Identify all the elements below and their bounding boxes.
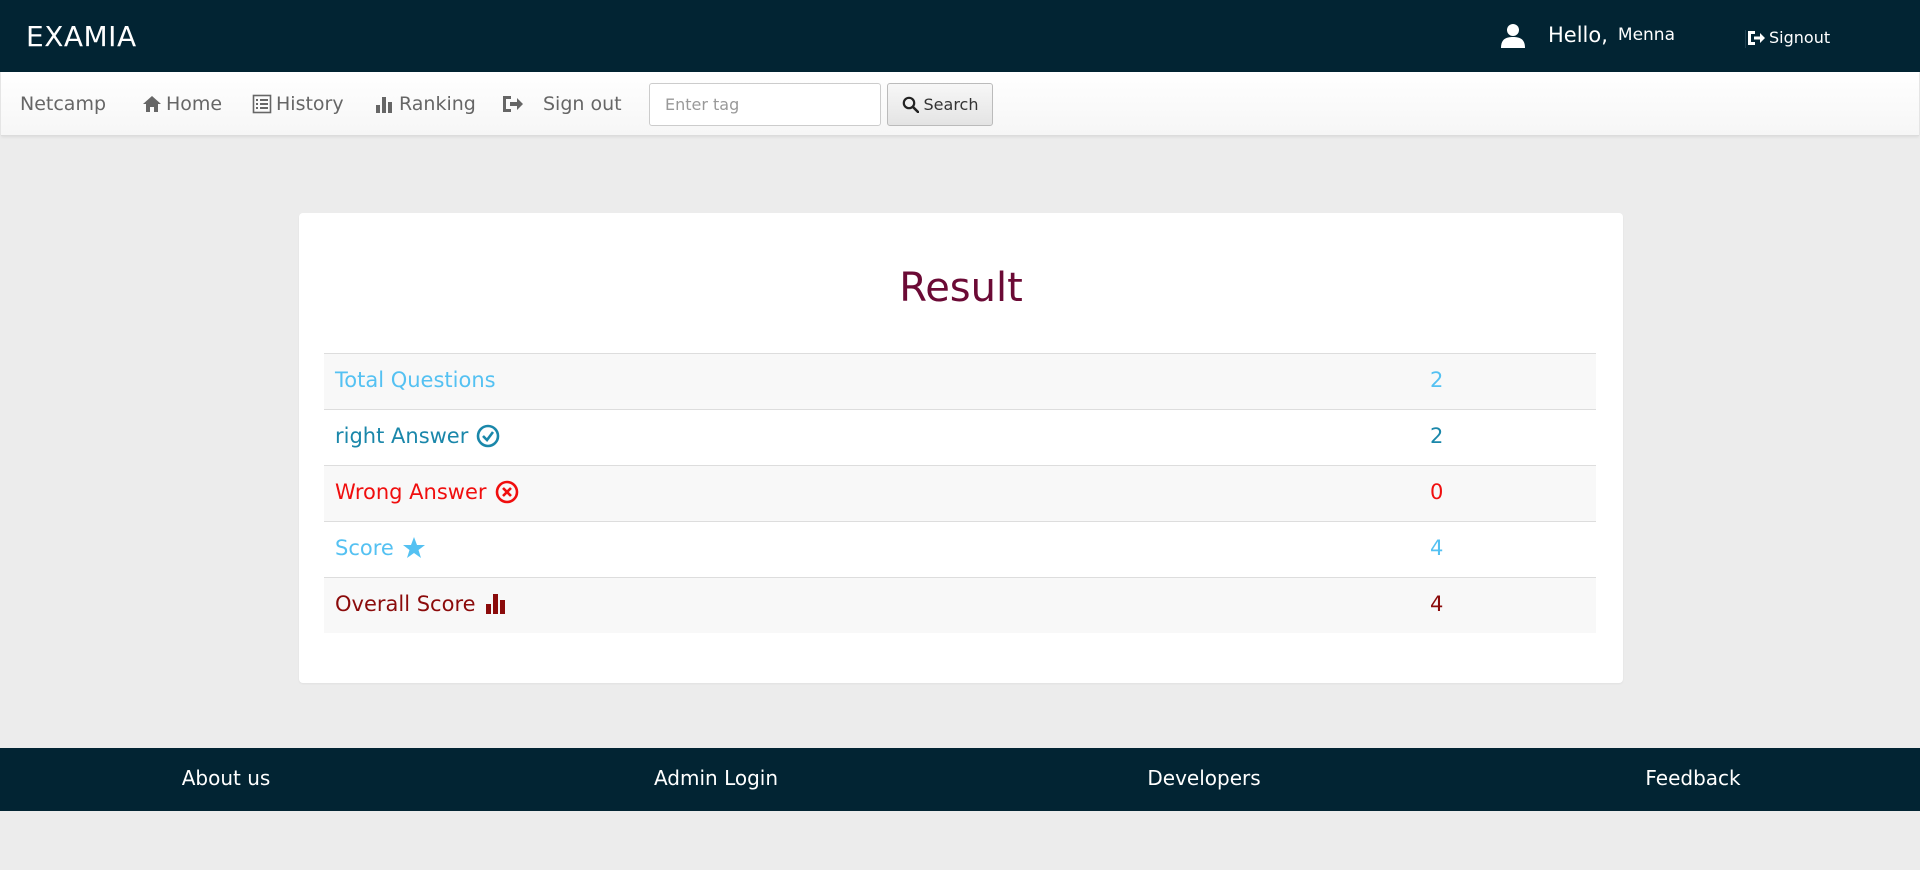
row-label-text: Overall Score (335, 592, 476, 616)
nav-signout[interactable]: Sign out (501, 92, 622, 116)
table-row: right Answer 2 (324, 409, 1596, 465)
footer-admin-login-link[interactable]: Admin Login (616, 766, 816, 790)
table-row: Total Questions 2 (324, 353, 1596, 409)
tag-search-input[interactable] (649, 83, 881, 126)
row-label-text: Wrong Answer (335, 480, 487, 504)
footer-about-link[interactable]: About us (126, 766, 326, 790)
total-questions-label: Total Questions (335, 368, 496, 392)
footer-developers-link[interactable]: Developers (1104, 766, 1304, 790)
search-icon (902, 96, 919, 113)
x-circle-icon (495, 480, 518, 504)
nav-brand[interactable]: Netcamp (20, 92, 106, 116)
user-greeting: Hello, Menna (1500, 22, 1675, 48)
right-answer-label: right Answer (335, 424, 500, 448)
wrong-answer-value: 0 (1430, 480, 1444, 504)
row-label-text: Total Questions (335, 368, 496, 392)
row-label-text: Score (335, 536, 394, 560)
bar-chart-icon (485, 594, 505, 614)
result-card: Result Total Questions 2 right Answer 2 … (299, 213, 1623, 683)
table-row: Overall Score 4 (324, 577, 1596, 633)
star-icon (402, 537, 425, 558)
header-signout-label: Signout (1769, 28, 1831, 47)
user-icon (1501, 24, 1525, 48)
table-row: Score 4 (324, 521, 1596, 577)
search-button[interactable]: Search (887, 83, 993, 126)
score-value: 4 (1430, 536, 1444, 560)
total-questions-value: 2 (1430, 368, 1444, 392)
nav-home-label: Home (166, 93, 223, 115)
footer-feedback-link[interactable]: Feedback (1593, 766, 1793, 790)
search-button-label: Search (923, 95, 979, 114)
nav-home[interactable]: Home (142, 92, 222, 116)
username: Menna (1617, 25, 1675, 45)
nav-ranking-label: Ranking (399, 93, 476, 115)
top-header: EXAMIA Hello, Menna Signout (0, 0, 1920, 72)
row-label-text: right Answer (335, 424, 469, 448)
table-row: Wrong Answer 0 (324, 465, 1596, 521)
nav-history-label: History (276, 93, 344, 115)
wrong-answer-label: Wrong Answer (335, 480, 519, 504)
nav-brand-label: Netcamp (20, 93, 107, 115)
nav-signout-label: Sign out (543, 93, 622, 115)
nav-ranking[interactable]: Ranking (375, 92, 476, 116)
brand-logo[interactable]: EXAMIA (26, 20, 137, 53)
result-title: Result (899, 265, 1023, 311)
overall-score-value: 4 (1430, 592, 1444, 616)
overall-score-label: Overall Score (335, 592, 508, 616)
signout-icon (503, 96, 523, 112)
list-icon (252, 94, 272, 114)
footer: About us Admin Login Developers Feedback (0, 748, 1920, 811)
header-signout-link[interactable]: Signout (1746, 28, 1830, 47)
bar-chart-icon (376, 97, 392, 113)
score-label: Score (335, 536, 426, 560)
result-table: Total Questions 2 right Answer 2 Wrong A… (324, 353, 1596, 633)
home-icon (143, 96, 161, 112)
signout-icon (1748, 30, 1765, 45)
nav-history[interactable]: History (252, 92, 344, 116)
hello-text: Hello, (1548, 23, 1608, 47)
right-answer-value: 2 (1430, 424, 1444, 448)
check-circle-icon (477, 424, 500, 448)
